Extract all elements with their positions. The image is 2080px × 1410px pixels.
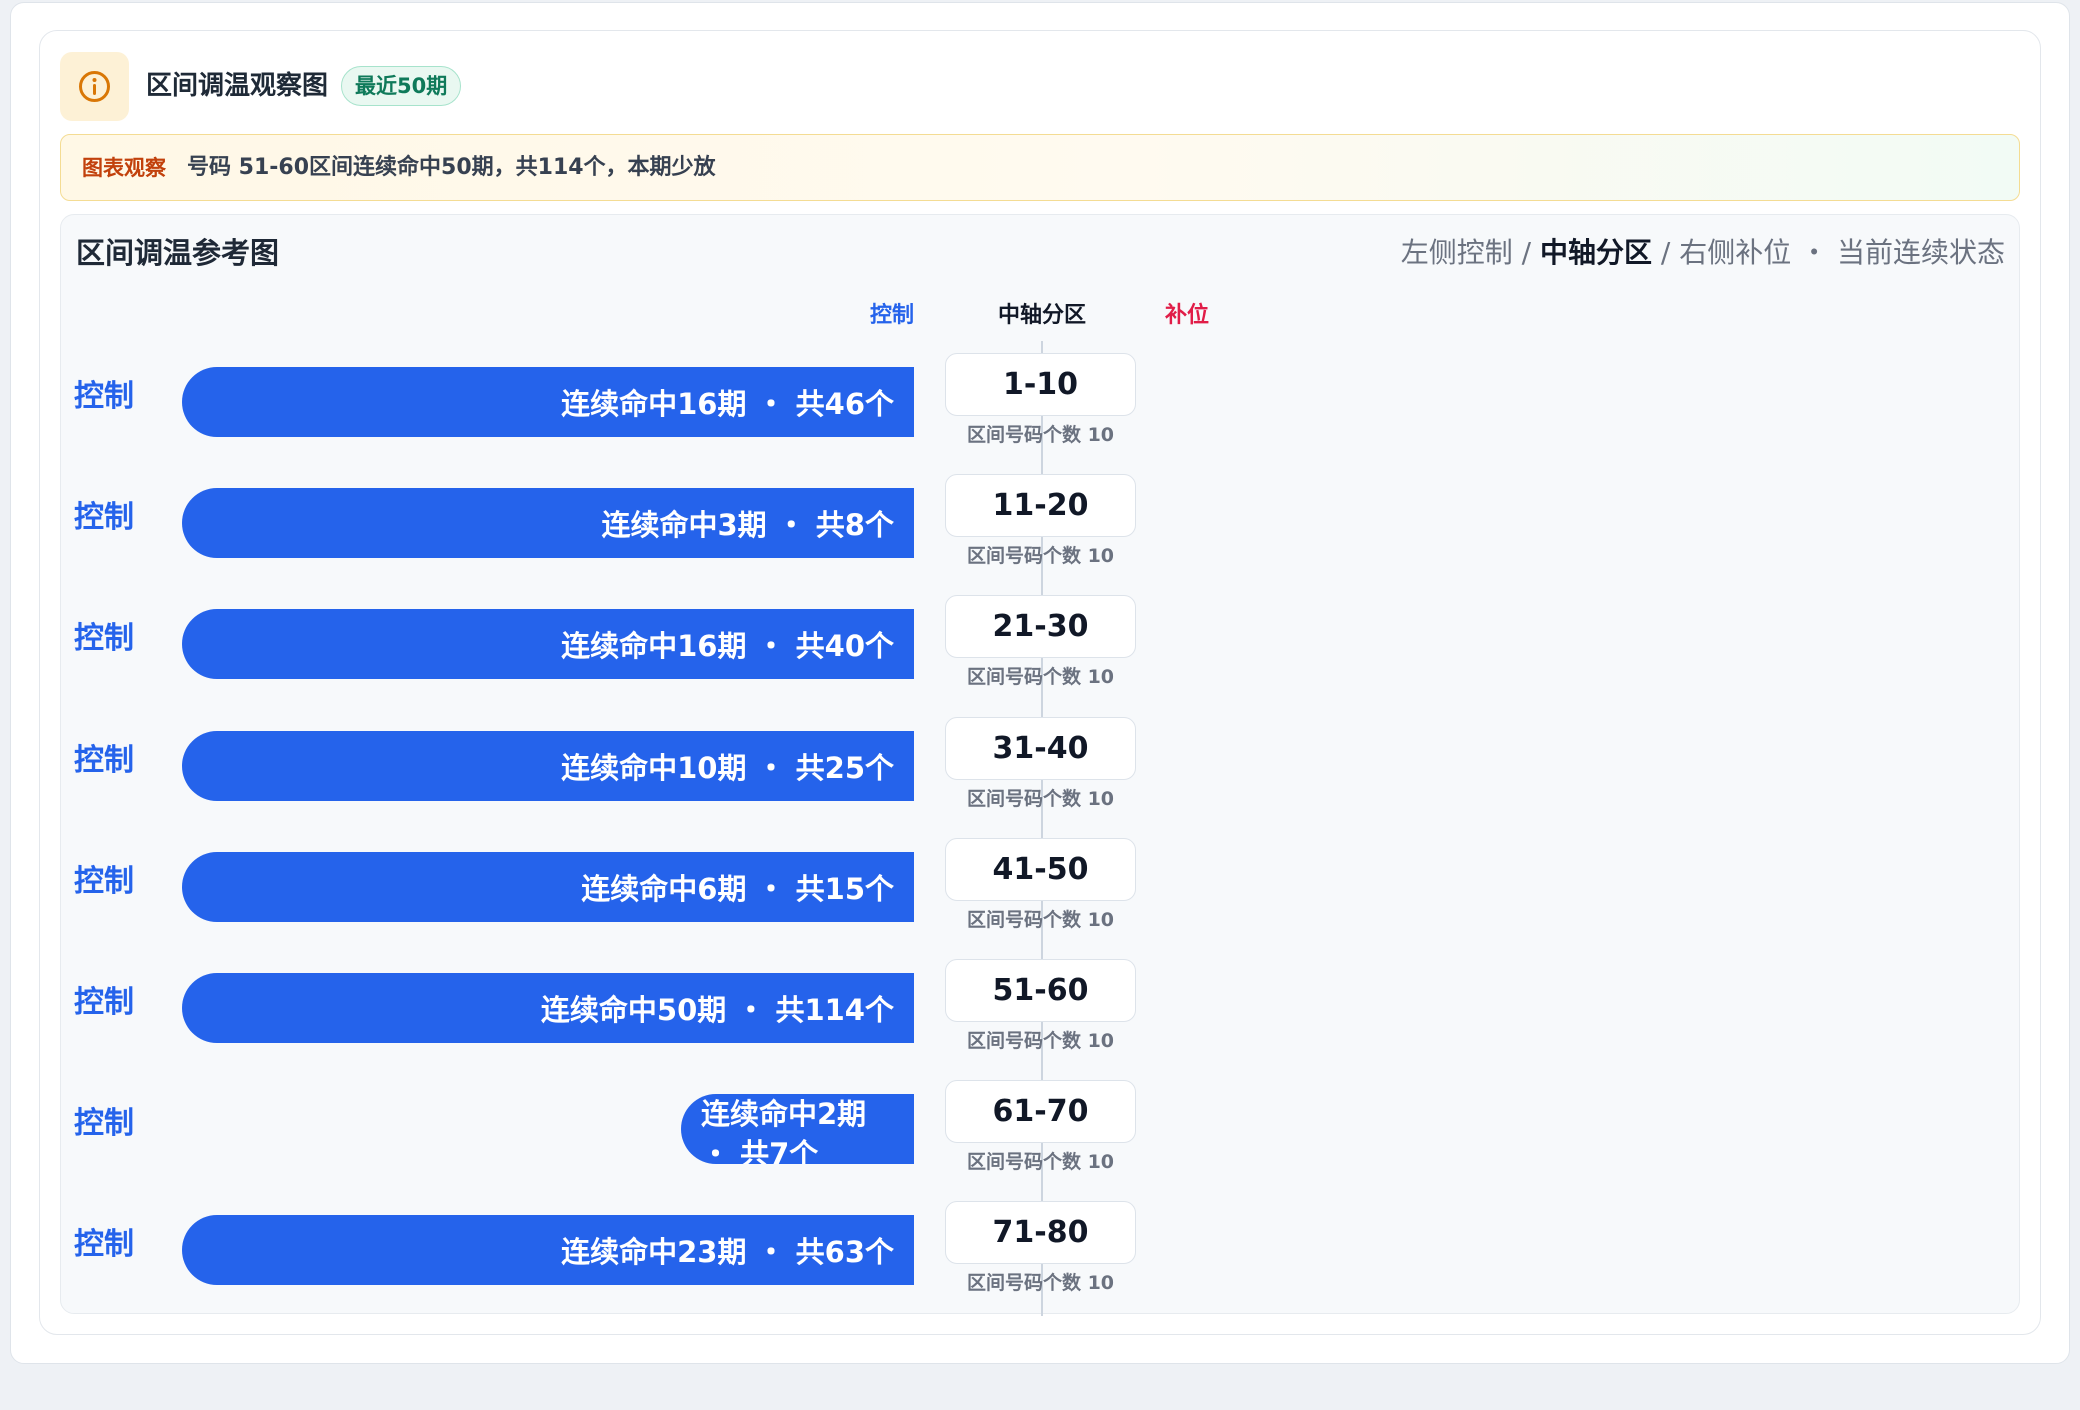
chart-title: 区间调温参考图: [76, 236, 280, 270]
panel-title: 区间调温观察图: [146, 71, 329, 101]
observation-text: 号码 51-60区间连续命中50期，共114个，本期少放: [187, 155, 716, 180]
control-bar[interactable]: 连续命中2期 ・ 共7个: [681, 1094, 914, 1165]
chart-row: 控制 连续命中3期 ・ 共8个 11-20 区间号码个数 10: [61, 474, 2021, 609]
chart-row: 控制 连续命中2期 ・ 共7个 61-70 区间号码个数 10: [61, 1080, 2021, 1215]
control-bar[interactable]: 连续命中10期 ・ 共25个: [182, 730, 914, 801]
range-pill[interactable]: 31-40: [945, 716, 1136, 780]
range-count-label: 区间号码个数 10: [966, 908, 1115, 931]
row-control-label: 控制: [74, 985, 134, 1020]
period-badge: 最近50期: [341, 66, 462, 106]
column-header-fill: 补位: [1165, 303, 1210, 328]
control-bar[interactable]: 连续命中16期 ・ 共46个: [182, 367, 914, 437]
range-pill[interactable]: 71-80: [945, 1201, 1136, 1265]
range-pill[interactable]: 41-50: [945, 837, 1136, 901]
chart-panel: 区间调温参考图 左侧控制 / 中轴分区 / 右侧补位 ・ 当前连续状态 控制 中…: [60, 214, 2021, 1316]
row-control-label: 控制: [74, 742, 134, 778]
row-control-label: 控制: [74, 500, 134, 536]
range-count-label: 区间号码个数 10: [966, 424, 1115, 446]
chart-row: 控制 连续命中23期 ・ 共63个 71-80 区间号码个数 10: [61, 1201, 2021, 1336]
range-count-label: 区间号码个数 10: [966, 545, 1115, 568]
control-bar[interactable]: 连续命中16期 ・ 共40个: [182, 609, 914, 680]
range-pill[interactable]: 51-60: [945, 959, 1136, 1022]
info-circle-icon: [60, 52, 129, 121]
chart-row: 控制 连续命中16期 ・ 共40个 21-30 区间号码个数 10: [61, 595, 2021, 730]
control-bar[interactable]: 连续命中6期 ・ 共15个: [182, 851, 914, 922]
chart-legend: 左侧控制 / 中轴分区 / 右侧补位 ・ 当前连续状态: [1401, 233, 2005, 273]
legend-left-text: 左侧控制 /: [1400, 236, 1540, 269]
range-pill[interactable]: 61-70: [945, 1080, 1136, 1144]
row-control-label: 控制: [74, 1106, 134, 1142]
control-bar[interactable]: 连续命中3期 ・ 共8个: [182, 488, 914, 559]
observation-tag: 图表观察: [82, 156, 166, 180]
legend-center-text: 中轴分区: [1539, 236, 1652, 269]
range-count-label: 区间号码个数 10: [966, 787, 1115, 810]
legend-right-text: / 右侧补位 ・ 当前连续状态: [1651, 236, 2005, 269]
range-count-label: 区间号码个数 10: [966, 1272, 1115, 1295]
row-control-label: 控制: [74, 379, 134, 414]
range-count-label: 区间号码个数 10: [966, 1030, 1115, 1052]
range-pill[interactable]: 21-30: [945, 595, 1136, 659]
range-count-label: 区间号码个数 10: [966, 1151, 1115, 1174]
observation-banner: 图表观察 号码 51-60区间连续命中50期，共114个，本期少放: [60, 134, 2020, 201]
range-pill[interactable]: 11-20: [945, 474, 1136, 538]
control-bar[interactable]: 连续命中23期 ・ 共63个: [182, 1215, 914, 1286]
range-pill[interactable]: 1-10: [945, 353, 1136, 416]
row-control-label: 控制: [74, 621, 134, 657]
range-count-label: 区间号码个数 10: [966, 666, 1115, 689]
column-header-axis: 中轴分区: [998, 303, 1087, 328]
chart-row: 控制 连续命中10期 ・ 共25个 31-40 区间号码个数 10: [61, 716, 2021, 852]
column-header-control: 控制: [870, 303, 915, 328]
control-bar[interactable]: 连续命中50期 ・ 共114个: [182, 973, 914, 1043]
chart-row: 控制 连续命中6期 ・ 共15个 41-50 区间号码个数 10: [61, 837, 2021, 973]
row-control-label: 控制: [74, 1227, 134, 1263]
row-control-label: 控制: [74, 863, 134, 899]
chart-row: 控制 连续命中16期 ・ 共46个 1-10 区间号码个数 10: [61, 353, 2021, 488]
chart-row: 控制 连续命中50期 ・ 共114个 51-60 区间号码个数 10: [61, 959, 2021, 1094]
